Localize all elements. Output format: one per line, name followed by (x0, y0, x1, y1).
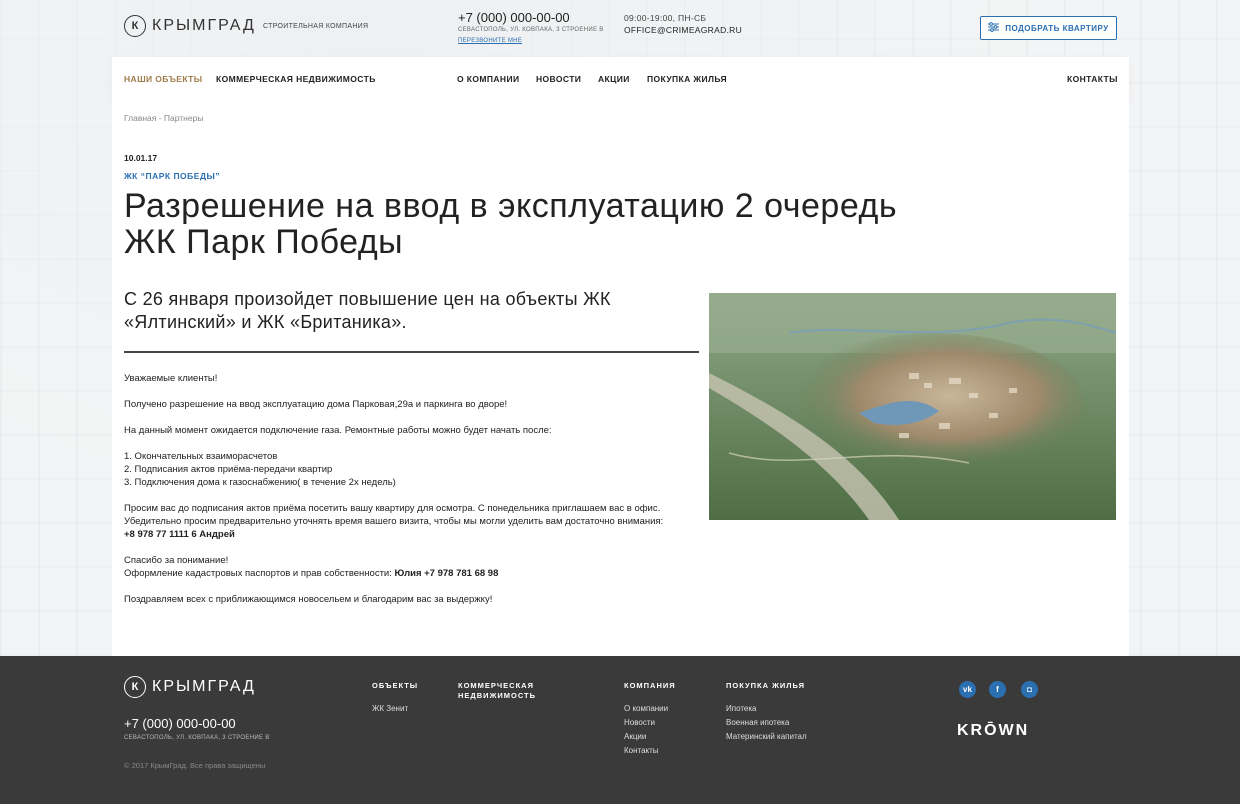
header-phone[interactable]: +7 (000) 000-00-00 (458, 10, 570, 25)
nav-item-news[interactable]: Новости (536, 74, 581, 84)
footer-phone[interactable]: +7 (000) 000-00-00 (124, 716, 236, 731)
article-paragraph: Уважаемые клиенты! (124, 373, 218, 384)
footer-col-commercial-title[interactable]: Коммерческая недвижимость (458, 681, 568, 701)
nav-item-about[interactable]: О компании (457, 74, 519, 84)
site-logo[interactable]: К КРЫМГРАД (124, 15, 256, 37)
article-paragraph: Спасибо за понимание! (124, 555, 229, 566)
sliders-icon (988, 21, 1000, 35)
site-footer: К КРЫМГРАД +7 (000) 000-00-00 Севастопол… (0, 656, 1240, 804)
footer-col-purchase-title: Покупка жилья (726, 681, 806, 690)
logo-text: КРЫМГРАД (152, 678, 256, 695)
list-item: 3. Подключения дома к газоснабжению( в т… (124, 477, 396, 488)
working-hours: 09:00-19:00, ПН-СБ (624, 13, 707, 23)
copyright: © 2017 КрымГрад. Все права защищены (124, 761, 266, 770)
footer-link-promotions[interactable]: Акции (624, 732, 646, 741)
footer-col-company-title: Компания (624, 681, 676, 690)
footer-logo[interactable]: К КРЫМГРАД (124, 676, 256, 698)
header-email[interactable]: office@crimeagrad.ru (624, 25, 742, 35)
logo-mark-icon: К (124, 676, 146, 698)
header-address: Севастополь, ул. Ковпака, 3 строение В (458, 27, 604, 33)
footer-link-news[interactable]: Новости (624, 718, 655, 727)
nav-item-purchase[interactable]: Покупка жилья (647, 74, 727, 84)
nav-item-promotions[interactable]: Акции (598, 74, 630, 84)
contact-phone-yulia[interactable]: Юлия +7 978 781 68 98 (395, 568, 499, 579)
callback-link[interactable]: Перезвоните мне (458, 38, 522, 44)
instagram-icon[interactable]: ◘ (1021, 681, 1038, 698)
article-paragraph: Поздравляем всех с приближающимся новосе… (124, 594, 493, 605)
company-tagline: Строительная компания (263, 23, 369, 30)
footer-address: Севастополь, ул. Ковпака, 3 строение В (124, 735, 270, 741)
article-container: Главная - Партнеры 10.01.17 ЖК “Парк Поб… (112, 101, 1129, 656)
footer-link-contacts[interactable]: Контакты (624, 746, 659, 755)
divider (124, 351, 699, 353)
article-paragraph: Оформление кадастровых паспортов и прав … (124, 568, 392, 579)
footer-link-about[interactable]: О компании (624, 704, 668, 713)
main-nav: Наши объекты Коммерческая недвижимость О… (112, 57, 1129, 101)
logo-text: КРЫМГРАД (152, 17, 256, 34)
article-date: 10.01.17 (124, 153, 158, 163)
logo-mark-icon: К (124, 15, 146, 37)
article-body: Уважаемые клиенты! Получено разрешение н… (124, 372, 704, 606)
nav-item-contacts[interactable]: Контакты (1067, 74, 1118, 84)
footer-col-objects-title: Объекты (372, 681, 419, 690)
footer-link-maternity-capital[interactable]: Материнский капитал (726, 732, 807, 741)
complex-aerial-photo (709, 293, 1116, 520)
article-category[interactable]: ЖК “Парк Победы” (124, 171, 220, 181)
nav-item-commercial[interactable]: Коммерческая недвижимость (216, 74, 376, 84)
footer-link-zenit[interactable]: ЖК Зенит (372, 704, 408, 713)
pick-apartment-button[interactable]: Подобрать квартиру (980, 16, 1117, 40)
article-paragraph: Убедительно просим предварительно уточня… (124, 516, 664, 527)
nav-item-objects[interactable]: Наши объекты (124, 74, 202, 84)
footer-link-military-mortgage[interactable]: Военная ипотека (726, 718, 789, 727)
list-item: 1. Окончательных взаиморасчетов (124, 451, 278, 462)
contact-phone-andrey[interactable]: +8 978 77 1111 6 Андрей (124, 529, 235, 540)
article-lead: С 26 января произойдет повышение цен на … (124, 289, 611, 332)
footer-link-mortgage[interactable]: Ипотека (726, 704, 757, 713)
list-item: 2. Подписания актов приёма-передачи квар… (124, 464, 333, 475)
page-title: Разрешение на ввод в эксплуатацию 2 очер… (124, 187, 898, 261)
article-paragraph: Получено разрешение на ввод эксплуатацию… (124, 399, 508, 410)
article-paragraph: Просим вас до подписания актов приёма по… (124, 503, 661, 514)
top-bar: К КРЫМГРАД Строительная компания +7 (000… (0, 0, 1240, 57)
article-paragraph: На данный момент ожидается подключение г… (124, 425, 552, 436)
pick-apartment-label: Подобрать квартиру (1005, 23, 1109, 33)
krown-partner-logo[interactable]: KRŌWN (957, 722, 1029, 740)
breadcrumb[interactable]: Главная - Партнеры (124, 113, 203, 123)
facebook-icon[interactable]: f (989, 681, 1006, 698)
vk-icon[interactable]: vk (959, 681, 976, 698)
